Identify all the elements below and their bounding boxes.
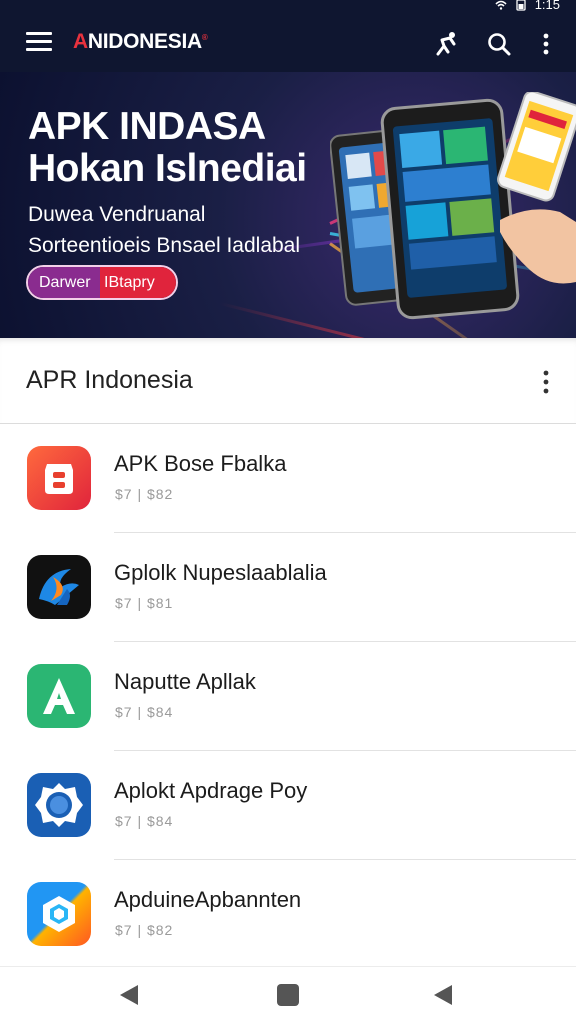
app-meta: $7 | $84 (115, 813, 174, 829)
hero-cta-right-label: IBtapry (100, 267, 176, 298)
hero-subtitle-line2: Sorteentioeis Bnsael Iadlabal (28, 234, 301, 257)
app-name: ApduineApbannten (114, 887, 302, 912)
system-nav-bar (0, 966, 576, 1024)
search-icon[interactable] (485, 30, 513, 58)
app-name: Aplokt Apdrage Poy (114, 778, 308, 803)
app-list: APK Bose Fbalka $7 | $82 Gplolk Nupeslaa… (0, 424, 576, 969)
recents-icon[interactable] (430, 981, 458, 1009)
back-icon[interactable] (116, 981, 144, 1009)
wifi-icon (495, 0, 507, 10)
hero-banner[interactable]: APK INDASA Hokan Islnediai Duwea Vendrua… (0, 72, 576, 338)
section-more-icon[interactable] (538, 368, 554, 396)
status-bar: 1:15 (0, 0, 576, 14)
app-name: Naputte Apllak (114, 669, 256, 694)
section-title: APR Indonesia (26, 366, 193, 394)
app-name: APK Bose Fbalka (114, 451, 287, 476)
app-meta: $7 | $82 (115, 486, 174, 502)
logo-letter: A (73, 30, 88, 53)
top-app-bar: ANIDONESIA® (0, 14, 576, 72)
menu-icon[interactable] (26, 32, 52, 54)
app-meta: $7 | $82 (115, 922, 174, 938)
brand-logo: ANIDONESIA® (73, 30, 208, 54)
blue-gear-icon (27, 773, 91, 837)
hexagon-icon (27, 882, 91, 946)
app-meta: $7 | $84 (115, 704, 174, 720)
hero-subtitle: Duwea Vendruanal Sorteentioeis Bnsael Ia… (28, 199, 300, 261)
runner-icon[interactable] (432, 30, 460, 58)
list-item[interactable]: Aplokt Apdrage Poy $7 | $84 (0, 751, 576, 860)
logo-text: NIDONESIA (87, 30, 202, 53)
home-icon[interactable] (274, 981, 302, 1009)
green-a-icon (27, 664, 91, 728)
list-item[interactable]: APK Bose Fbalka $7 | $82 (0, 424, 576, 533)
hero-title-line1: APK INDASA (28, 105, 266, 148)
app-meta: $7 | $81 (115, 595, 174, 611)
status-time: 1:15 (534, 0, 560, 12)
list-item[interactable]: Gplolk Nupeslaablalia $7 | $81 (0, 533, 576, 642)
list-item[interactable]: Naputte Apllak $7 | $84 (0, 642, 576, 751)
section-header: APR Indonesia (0, 338, 576, 424)
blue-swirl-icon (27, 555, 91, 619)
more-vert-icon[interactable] (532, 30, 560, 58)
red-box-icon (27, 446, 91, 510)
hero-cta-left-label: Darwer (28, 267, 100, 298)
app-name: Gplolk Nupeslaablalia (114, 560, 327, 585)
list-item[interactable]: ApduineApbannten $7 | $82 (0, 860, 576, 969)
hero-title: APK INDASA Hokan Islnediai (28, 106, 307, 190)
hero-subtitle-line1: Duwea Vendruanal (28, 203, 206, 226)
logo-mark: ® (201, 33, 208, 42)
hero-cta-button[interactable]: Darwer IBtapry (26, 265, 178, 300)
hero-title-line2: Hokan Islnediai (28, 147, 307, 190)
phones-illustration (330, 92, 576, 320)
battery-icon (516, 0, 526, 11)
